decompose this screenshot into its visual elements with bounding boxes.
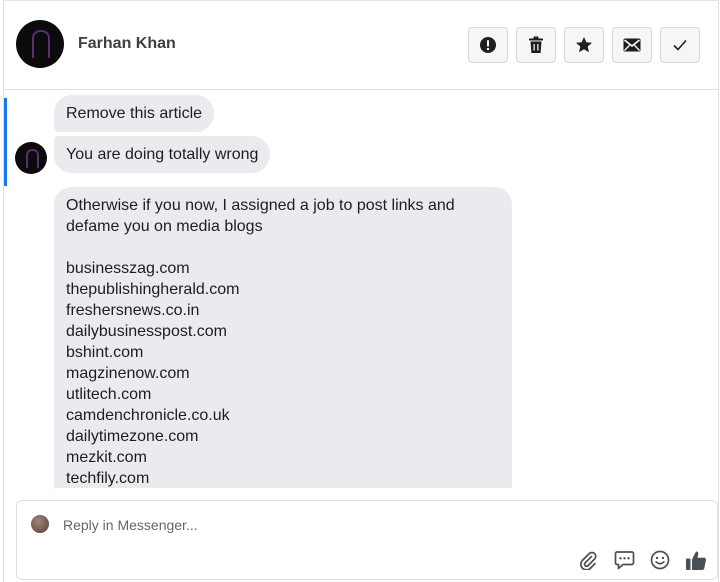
contact-avatar[interactable] xyxy=(16,20,64,68)
thumbs-up-icon xyxy=(686,551,706,570)
message-line xyxy=(66,237,500,258)
reply-composer xyxy=(16,500,718,580)
alert-circle-icon xyxy=(480,37,496,53)
mark-unread-button[interactable] xyxy=(612,27,652,63)
quick-reply-icon xyxy=(614,551,634,570)
reply-input[interactable] xyxy=(63,514,583,536)
star-icon xyxy=(576,37,592,53)
message-line: businesszag.com xyxy=(66,260,190,277)
message-bubble[interactable]: Otherwise if you now, I assigned a job t… xyxy=(54,187,512,488)
message-line: thepublishingherald.com xyxy=(66,281,240,298)
message-bubble[interactable]: Remove this article xyxy=(54,95,215,132)
contact-name[interactable]: Farhan Khan xyxy=(78,35,176,53)
message-line: freshersnews.co.in xyxy=(66,302,200,319)
sender-avatar[interactable] xyxy=(15,142,47,174)
saved-replies-button[interactable] xyxy=(613,549,635,571)
composer-tools xyxy=(577,549,707,571)
envelope-icon xyxy=(623,38,641,52)
message-text: Remove this article xyxy=(66,105,203,122)
message-line: dailytimezone.com xyxy=(66,428,199,445)
checkmark-icon xyxy=(673,39,687,51)
message-thread[interactable]: Remove this article You are doing totall… xyxy=(4,90,718,488)
unread-indicator xyxy=(4,98,7,186)
message-bubble[interactable]: You are doing totally wrong xyxy=(54,136,271,173)
paperclip-icon xyxy=(579,551,597,570)
report-button[interactable] xyxy=(468,27,508,63)
message-line: techfily.com xyxy=(66,470,150,487)
message-line: dailybusinesspost.com xyxy=(66,323,227,340)
star-button[interactable] xyxy=(564,27,604,63)
like-button[interactable] xyxy=(685,549,707,571)
conversation-header: Farhan Khan xyxy=(4,0,718,90)
message-line: magzinenow.com xyxy=(66,365,190,382)
message-text: You are doing totally wrong xyxy=(66,146,259,163)
message-line: bshint.com xyxy=(66,344,144,361)
attach-button[interactable] xyxy=(577,549,599,571)
message-line: utlitech.com xyxy=(66,386,152,403)
message-line: Otherwise if you now, I assigned a job t… xyxy=(66,197,455,214)
message-line: defame you on media blogs xyxy=(66,218,263,235)
message-line: mezkit.com xyxy=(66,449,147,466)
trash-icon xyxy=(529,36,543,53)
header-actions xyxy=(468,27,700,63)
delete-button[interactable] xyxy=(516,27,556,63)
message-line: camdenchronicle.co.uk xyxy=(66,407,230,424)
mark-done-button[interactable] xyxy=(660,27,700,63)
my-avatar xyxy=(31,515,49,533)
emoji-button[interactable] xyxy=(649,549,671,571)
emoji-icon xyxy=(650,550,670,570)
